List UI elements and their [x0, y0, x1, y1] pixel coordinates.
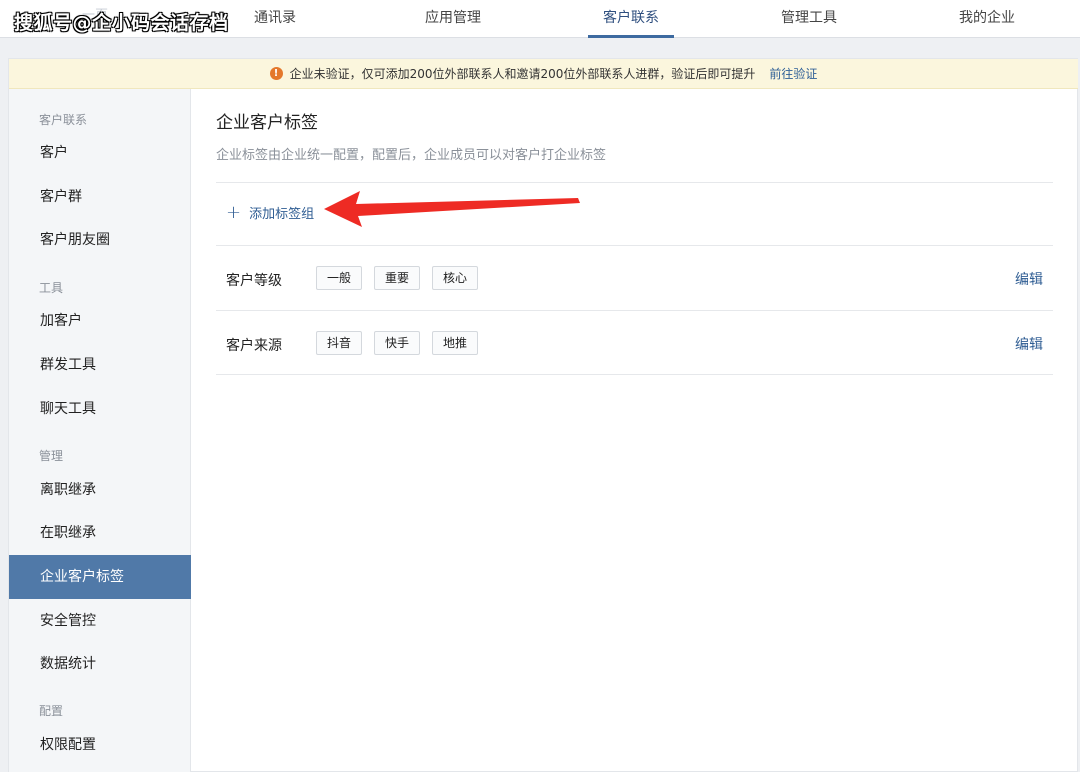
sidebar-item-resigned-inheritance[interactable]: 离职继承 [9, 468, 191, 512]
sidebar-group-customer-contact: 客户联系 [39, 113, 88, 127]
sidebar-item-security-control[interactable]: 安全管控 [9, 599, 191, 643]
sidebar-item-chat-tool[interactable]: 聊天工具 [9, 387, 191, 431]
verification-notice: ! 企业未验证，仅可添加200位外部联系人和邀请200位外部联系人进群，验证后即… [9, 59, 1078, 89]
sidebar-item-broadcast-tool[interactable]: 群发工具 [9, 343, 191, 387]
nav-item-management-tools[interactable]: 管理工具 [766, 0, 852, 38]
tag-chip[interactable]: 一般 [316, 266, 362, 290]
tag-chip[interactable]: 核心 [432, 266, 478, 290]
sidebar-item-customer-moments[interactable]: 客户朋友圈 [9, 218, 191, 262]
tag-group-name: 客户来源 [226, 338, 282, 354]
divider [216, 374, 1053, 375]
nav-item-app-management[interactable]: 应用管理 [410, 0, 496, 38]
sidebar-group-tools: 工具 [39, 281, 64, 295]
tag-chip[interactable]: 快手 [374, 331, 420, 355]
add-tag-group-label: 添加标签组 [249, 207, 315, 222]
sidebar-item-active-inheritance[interactable]: 在职继承 [9, 511, 191, 555]
page-description: 企业标签由企业统一配置，配置后，企业成员可以对客户打企业标签 [216, 148, 607, 163]
main-card: ! 企业未验证，仅可添加200位外部联系人和邀请200位外部联系人进群，验证后即… [8, 58, 1078, 772]
tag-chip[interactable]: 重要 [374, 266, 420, 290]
page-title: 企业客户标签 [216, 113, 318, 133]
nav-item-my-enterprise[interactable]: 我的企业 [944, 0, 1030, 38]
top-nav: 一页 通讯录 应用管理 客户联系 管理工具 我的企业 搜狐号@企小码会话存档 [0, 0, 1080, 38]
tag-chip[interactable]: 抖音 [316, 331, 362, 355]
verify-link[interactable]: 前往验证 [769, 65, 817, 82]
tag-chip[interactable]: 地推 [432, 331, 478, 355]
sidebar-item-customer-tags[interactable]: 企业客户标签 [9, 555, 191, 599]
warning-icon: ! [269, 67, 283, 80]
tag-group-row: 客户来源 抖音 快手 地推 编辑 [216, 311, 1053, 375]
nav-item-customer-contact[interactable]: 客户联系 [588, 0, 674, 38]
edit-tag-group-button[interactable]: 编辑 [1015, 334, 1043, 354]
edit-tag-group-button[interactable]: 编辑 [1015, 269, 1043, 289]
divider [216, 182, 1053, 183]
sidebar-group-management: 管理 [39, 449, 64, 463]
tag-group-row: 客户等级 一般 重要 核心 编辑 [216, 246, 1053, 310]
watermark: 搜狐号@企小码会话存档 [14, 12, 229, 34]
sidebar-item-data-statistics[interactable]: 数据统计 [9, 642, 191, 686]
sidebar-item-add-customer[interactable]: 加客户 [9, 299, 191, 343]
plus-icon: + [226, 201, 242, 223]
nav-item-contacts[interactable]: 通讯录 [232, 0, 318, 38]
sidebar-group-config: 配置 [39, 704, 64, 718]
sidebar: 客户联系 客户 客户群 客户朋友圈 工具 加客户 群发工具 聊天工具 管理 离职… [9, 89, 191, 772]
notice-text: 企业未验证，仅可添加200位外部联系人和邀请200位外部联系人进群，验证后即可提… [289, 67, 756, 81]
add-tag-group-button[interactable]: + 添加标签组 [226, 203, 314, 222]
sidebar-item-customers[interactable]: 客户 [9, 131, 191, 175]
sidebar-item-permission-config[interactable]: 权限配置 [9, 723, 191, 767]
sidebar-item-customer-groups[interactable]: 客户群 [9, 175, 191, 219]
tag-group-name: 客户等级 [226, 273, 282, 289]
annotation-arrow [324, 191, 580, 227]
